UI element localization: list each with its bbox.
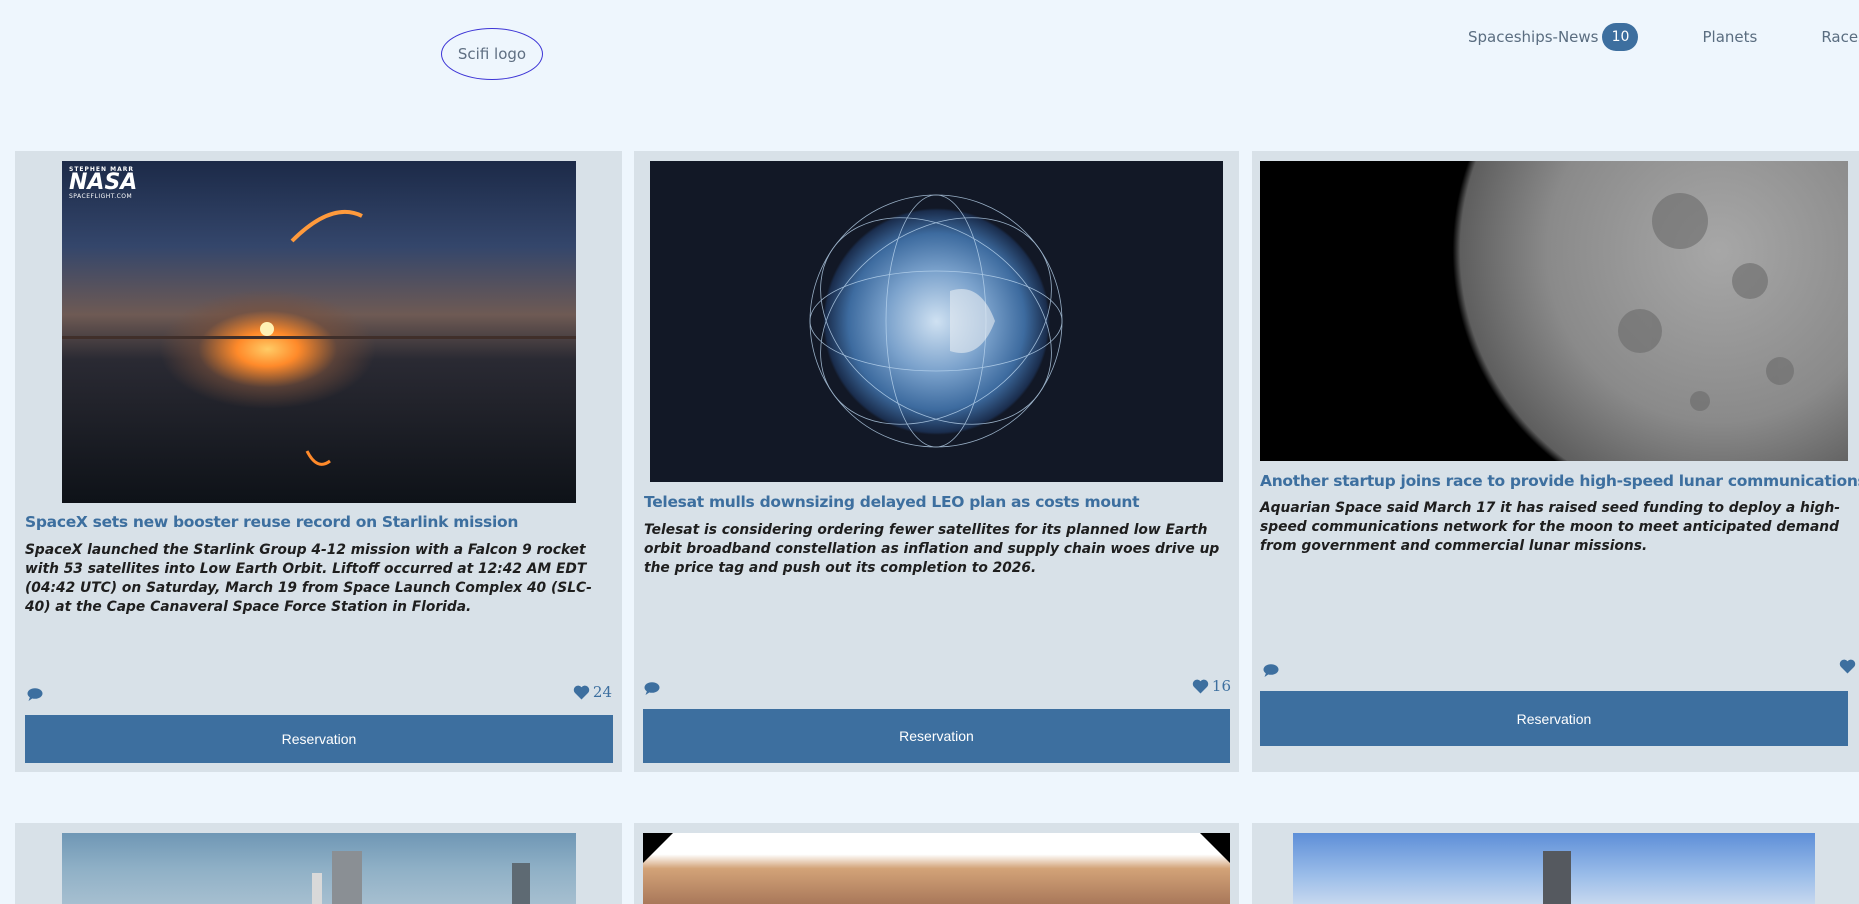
- news-card: Another startup joins race to provide hi…: [1252, 151, 1859, 772]
- news-image: STEPHEN MARR NASA SPACEFLIGHT.COM: [62, 161, 576, 503]
- planet-horizon-art: [643, 833, 1230, 863]
- launch-pad-art: [1543, 851, 1571, 904]
- news-card: STEPHEN MARR NASA SPACEFLIGHT.COM SpaceX…: [15, 151, 622, 772]
- nav-item-races[interactable]: Races: [1821, 28, 1859, 46]
- satellite-constellation-art: [809, 194, 1063, 448]
- moon-crater-art: [1618, 193, 1794, 411]
- news-card: [1252, 823, 1859, 904]
- news-card: [15, 823, 622, 904]
- image-watermark: STEPHEN MARR NASA SPACEFLIGHT.COM: [69, 166, 138, 200]
- news-card: Telesat mulls downsizing delayed LEO pla…: [634, 151, 1239, 772]
- news-image: [643, 833, 1230, 904]
- nav-item-spaceships-news[interactable]: Spaceships-News 10: [1468, 23, 1639, 51]
- nav-item-label: Spaceships-News: [1468, 28, 1599, 46]
- like-count-value: 24: [592, 683, 612, 701]
- news-card: [634, 823, 1239, 904]
- reservation-button[interactable]: Reservation: [643, 709, 1230, 763]
- nav-item-planets[interactable]: Planets: [1702, 28, 1757, 46]
- news-image: [1293, 833, 1815, 904]
- news-count-badge: 10: [1602, 23, 1639, 51]
- comment-icon[interactable]: [644, 682, 660, 695]
- launch-scene-art: [62, 209, 576, 466]
- news-title[interactable]: Telesat mulls downsizing delayed LEO pla…: [644, 493, 1140, 511]
- news-image: [1260, 161, 1848, 461]
- heart-icon: [1839, 659, 1856, 674]
- comment-icon[interactable]: [27, 688, 43, 701]
- launch-tower-art: [312, 851, 530, 904]
- nav-item-label: Planets: [1702, 28, 1758, 46]
- news-image: [62, 833, 576, 904]
- heart-icon: [573, 685, 590, 699]
- reservation-button[interactable]: Reservation: [1260, 691, 1848, 746]
- news-description: SpaceX launched the Starlink Group 4-12 …: [25, 542, 592, 615]
- like-count[interactable]: 16: [1192, 677, 1231, 695]
- main-nav: Spaceships-News 10 Planets Races: [1468, 23, 1859, 51]
- scifi-logo[interactable]: Scifi logo: [441, 28, 543, 80]
- like-count-value: 16: [1211, 677, 1231, 695]
- comment-icon[interactable]: [1263, 664, 1279, 677]
- like-count[interactable]: 24: [573, 683, 612, 701]
- news-description: Aquarian Space said March 17 it has rais…: [1260, 500, 1841, 554]
- news-title[interactable]: Another startup joins race to provide hi…: [1260, 472, 1859, 490]
- like-count[interactable]: [1839, 659, 1859, 674]
- news-title[interactable]: SpaceX sets new booster reuse record on …: [25, 513, 518, 531]
- news-description: Telesat is considering ordering fewer sa…: [644, 522, 1220, 576]
- reservation-button[interactable]: Reservation: [25, 715, 613, 763]
- heart-icon: [1192, 679, 1209, 693]
- news-image: [650, 161, 1223, 482]
- nav-item-label: Races: [1821, 28, 1859, 46]
